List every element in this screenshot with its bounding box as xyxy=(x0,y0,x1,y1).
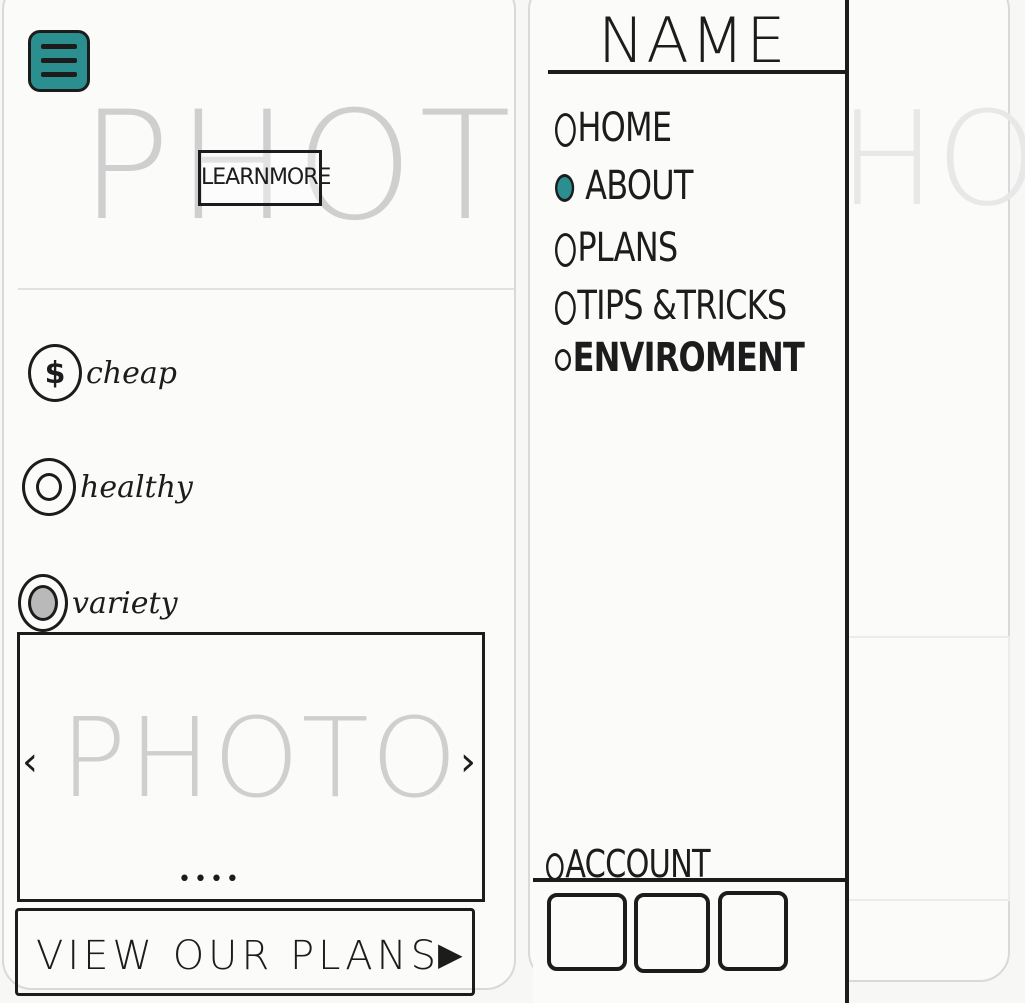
radio-icon xyxy=(555,233,576,267)
radio-icon xyxy=(555,349,571,371)
nav-item-plans[interactable]: PLANS xyxy=(555,225,678,271)
nav-item-about[interactable]: ABOUT xyxy=(555,164,693,208)
food-icon xyxy=(18,574,68,632)
drawer-title: NAME xyxy=(598,4,788,77)
bottom-divider xyxy=(533,878,847,882)
radio-icon xyxy=(555,113,576,147)
nav-item-home[interactable]: HOME xyxy=(555,105,672,151)
nav-label: PLANS xyxy=(577,225,678,271)
feature-label: cheap xyxy=(86,355,177,391)
radio-icon xyxy=(546,852,564,881)
carousel-dots[interactable]: •••• xyxy=(178,867,242,892)
feature-label: variety xyxy=(72,585,178,621)
radio-icon xyxy=(555,291,576,325)
radio-selected-icon xyxy=(555,174,575,202)
nav-label: HOME xyxy=(577,105,672,151)
background-carousel-outline xyxy=(845,636,1010,901)
title-divider xyxy=(548,70,845,74)
nav-item-tips-tricks[interactable]: TIPS &TRICKS xyxy=(555,283,787,329)
learn-more-button[interactable]: LEARNMORE xyxy=(198,150,331,206)
view-plans-label: VIEW OUR PLANS- xyxy=(36,933,459,979)
arrow-right-icon: ▶ xyxy=(438,935,463,973)
feature-label: healthy xyxy=(80,469,193,505)
feature-cheap: $ cheap xyxy=(28,344,177,402)
view-plans-button[interactable]: VIEW OUR PLANS- ▶ xyxy=(15,908,475,996)
photo-carousel[interactable]: PHOTO ‹ › •••• xyxy=(17,632,485,902)
nav-item-environment[interactable]: ENVIROMENT xyxy=(555,335,805,381)
feature-variety: variety xyxy=(18,574,178,632)
bottom-tab-1[interactable] xyxy=(547,893,627,971)
carousel-photo-placeholder: PHOTO xyxy=(60,694,460,822)
bottom-tab-2[interactable] xyxy=(634,893,710,973)
dollar-icon: $ xyxy=(28,344,82,402)
bottom-tab-3[interactable] xyxy=(718,891,788,971)
nav-label: ENVIROMENT xyxy=(572,335,805,381)
nav-drawer-edge xyxy=(845,0,849,1003)
nav-label: ABOUT xyxy=(585,163,693,209)
hamburger-icon xyxy=(41,44,77,78)
hero-divider xyxy=(18,288,514,290)
apple-icon xyxy=(22,458,76,516)
nav-label: TIPS &TRICKS xyxy=(577,283,787,329)
carousel-next-icon[interactable]: › xyxy=(460,739,476,785)
carousel-prev-icon[interactable]: ‹ xyxy=(22,739,38,785)
feature-healthy: healthy xyxy=(22,458,193,516)
